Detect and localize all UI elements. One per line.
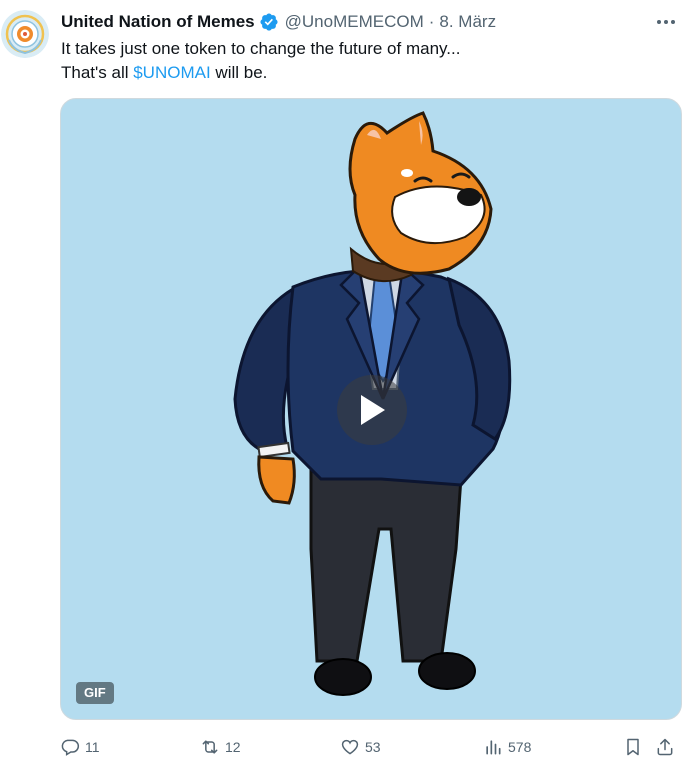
share-button[interactable]	[655, 736, 680, 758]
gif-badge: GIF	[76, 682, 114, 704]
like-button[interactable]: 53	[340, 736, 381, 758]
play-icon	[361, 395, 385, 425]
share-icon	[657, 738, 673, 756]
avatar[interactable]	[1, 10, 49, 58]
like-icon	[341, 739, 359, 755]
tweet-text: It takes just one token to change the fu…	[61, 37, 681, 85]
text-suffix: will be.	[210, 63, 268, 82]
bookmark-button[interactable]	[623, 736, 648, 758]
cashtag-link[interactable]: $UNOMAI	[133, 63, 210, 82]
action-bar: 11 12 53 578	[60, 736, 682, 758]
like-count: 53	[365, 739, 381, 755]
play-button[interactable]	[337, 375, 407, 445]
separator: ·	[428, 12, 435, 31]
repost-count: 12	[225, 739, 241, 755]
gif-media[interactable]: GIF	[60, 98, 682, 720]
text-prefix: That's all	[61, 63, 134, 82]
handle[interactable]: @UnoMEMECOM	[285, 12, 424, 32]
tweet-card[interactable]: United Nation of Memes @UnoMEMECOM · 8. …	[0, 0, 700, 760]
reply-icon	[61, 739, 80, 756]
tweet-text-line-1: It takes just one token to change the fu…	[61, 39, 461, 58]
tweet-text-line-2: That's all $UNOMAI will be.	[61, 61, 681, 85]
verified-badge-icon[interactable]	[259, 12, 279, 32]
reply-count: 11	[85, 739, 100, 755]
bookmark-icon	[627, 738, 639, 756]
more-options-icon[interactable]	[654, 12, 678, 32]
repost-icon	[202, 740, 218, 754]
display-name[interactable]: United Nation of Memes	[61, 12, 255, 32]
views-count: 578	[508, 739, 532, 755]
reply-button[interactable]: 11	[60, 736, 100, 758]
tweet-header: United Nation of Memes @UnoMEMECOM · 8. …	[61, 10, 496, 34]
views-button[interactable]: 578	[483, 736, 531, 758]
timestamp[interactable]: 8. März	[439, 12, 496, 32]
views-icon	[486, 740, 501, 755]
repost-button[interactable]: 12	[200, 736, 241, 758]
